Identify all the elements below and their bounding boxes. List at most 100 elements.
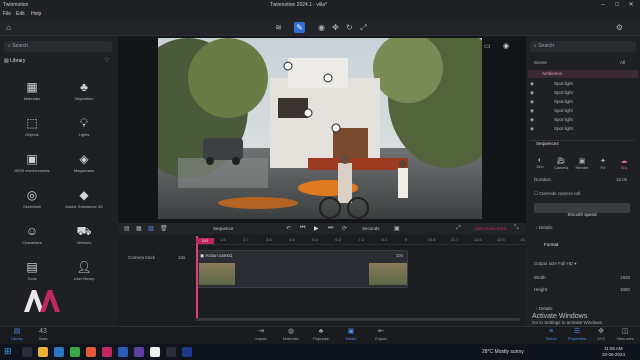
scene-item-row[interactable]: ◉ Spot light — [528, 98, 638, 106]
time-unit-select[interactable]: Seconds — [362, 226, 380, 231]
scene-item-row[interactable]: ◉ Spot light — [528, 125, 638, 133]
tile-hdri[interactable]: ▣ HDRI environments — [10, 150, 54, 180]
loop-icon[interactable]: ⟳ — [342, 225, 347, 232]
details-toggle[interactable]: › Details — [536, 225, 553, 230]
windows-start-icon[interactable]: ⊞ — [4, 346, 12, 357]
tile-lights[interactable]: 💡︎ Lights — [62, 114, 106, 144]
tab-camera[interactable]: 🎥︎ Camera — [551, 157, 571, 170]
taskbar-app-icon[interactable] — [54, 347, 64, 357]
tile-objects[interactable]: ⬚ Objects — [10, 114, 54, 144]
next-key-icon[interactable]: ⏭ — [328, 225, 333, 232]
tab-dim[interactable]: ◐ Dim — [530, 157, 550, 169]
close-icon[interactable]: ✕ — [624, 1, 638, 9]
scale-icon[interactable]: ⤢ — [358, 22, 369, 33]
taskbar-app-icon[interactable] — [70, 347, 80, 357]
smooth-speed-button[interactable]: Smooth speed — [534, 203, 630, 217]
eye-icon[interactable]: ◉ — [503, 42, 509, 50]
scene-search-input[interactable]: ⌕ Search — [530, 41, 636, 52]
play-icon[interactable]: ▶ — [314, 225, 319, 232]
settings-icon[interactable]: ⚙ — [614, 22, 625, 33]
prev-key-icon[interactable]: ⏮ — [300, 225, 305, 232]
camera-clip[interactable]: ▣ Action cam01 10s — [196, 250, 408, 288]
menu-edit[interactable]: Edit — [16, 11, 25, 17]
clock-time[interactable]: 11:05 AM — [604, 346, 623, 351]
timeline-icon[interactable]: ▦ — [136, 225, 142, 232]
taskbar-app-icon[interactable] — [102, 347, 112, 357]
brush-tool-icon[interactable]: ✎ — [294, 22, 305, 33]
layers-icon[interactable]: ≋ — [273, 22, 284, 33]
height-value[interactable]: 1080 — [620, 287, 630, 292]
scene-item-row[interactable]: ◉ Spot light — [528, 107, 638, 115]
library-search-input[interactable]: ⌕ Search — [4, 41, 112, 52]
playhead-timecode[interactable]: 0:0 — [196, 238, 214, 244]
tile-substance[interactable]: ◆ Adobe Substance 3D — [62, 186, 106, 216]
minimize-icon[interactable]: – — [596, 1, 610, 9]
tile-characters[interactable]: ☺ Characters — [10, 222, 54, 252]
tab-materials[interactable]: ◍ Materials — [276, 328, 306, 342]
favorite-icon[interactable]: ♡ — [104, 57, 109, 64]
move-icon[interactable]: ✥ — [330, 22, 341, 33]
duration-value[interactable]: 10.0s — [616, 177, 627, 182]
taskbar-app-icon[interactable] — [118, 347, 128, 357]
trash-icon[interactable]: 🗑︎ — [160, 225, 168, 232]
visibility-icon[interactable]: ◉ — [530, 126, 534, 132]
tab-export[interactable]: ⇤ Export — [366, 328, 396, 342]
render-icon[interactable]: ▣ — [394, 225, 400, 232]
details-toggle-2[interactable]: › Details — [536, 306, 553, 311]
taskbar-app-icon[interactable] — [86, 347, 96, 357]
tile-materials[interactable]: ▦ Materials — [10, 78, 54, 108]
taskbar-app-icon[interactable] — [166, 347, 176, 357]
width-value[interactable]: 1920 — [620, 275, 630, 280]
tab-sky[interactable]: ☁ Sky — [614, 157, 634, 170]
home-icon[interactable]: ⌂ — [3, 22, 14, 33]
tile-user-library[interactable]: 👤︎ User library — [62, 258, 106, 288]
taskbar-app-icon[interactable] — [38, 347, 48, 357]
visibility-icon[interactable]: ◉ — [530, 81, 534, 87]
render-view[interactable] — [158, 38, 482, 219]
fit-icon[interactable]: ⤢ — [456, 225, 461, 232]
taskbar-app-icon[interactable] — [150, 347, 160, 357]
select-icon[interactable]: ◉ — [316, 22, 327, 33]
scene-item-row[interactable]: ◉ Spot light — [528, 116, 638, 124]
output-size-select[interactable]: Full HD ▾ — [558, 261, 577, 267]
scene-item-row[interactable]: ◉ Spot light — [528, 89, 638, 97]
tab-view-sets[interactable]: ◫ View sets — [610, 328, 640, 342]
tile-megascans[interactable]: ◈ Megascans — [62, 150, 106, 180]
tab-media[interactable]: ▣ Media — [336, 328, 366, 342]
menu-help[interactable]: Help — [31, 11, 41, 17]
film-icon[interactable]: ▤ — [124, 225, 130, 232]
taskbar-app-icon[interactable] — [182, 347, 192, 357]
tile-sketchfab[interactable]: ◎ Sketchfab — [10, 186, 54, 216]
playhead[interactable] — [196, 236, 198, 320]
tab-populate[interactable]: ♣ Populate — [306, 328, 336, 342]
menu-file[interactable]: File — [3, 11, 11, 17]
tile-vehicles[interactable]: ⛟ Vehicles — [62, 222, 106, 252]
scene-root-row[interactable]: Ambience — [528, 70, 638, 78]
clock-date[interactable]: 20-06-2024 — [602, 352, 625, 357]
rotate-icon[interactable]: ↻ — [344, 22, 355, 33]
camera-view-icon[interactable]: ▭ — [484, 42, 491, 50]
taskbar-app-icon[interactable] — [134, 347, 144, 357]
scene-label[interactable]: Scene — [534, 60, 547, 65]
sequence-label[interactable]: Sequence — [213, 226, 233, 231]
override-camera-roll-checkbox[interactable]: ☐ Override camera roll — [534, 191, 580, 197]
filter-all[interactable]: All — [620, 60, 625, 65]
taskbar-app-icon[interactable] — [22, 347, 32, 357]
visibility-icon[interactable]: ◉ — [530, 90, 534, 96]
tile-vegetation[interactable]: ♣ Vegetation — [62, 78, 106, 108]
visibility-icon[interactable]: ◉ — [530, 99, 534, 105]
fullscreen-icon[interactable]: ⤡ — [514, 225, 519, 232]
tab-stats[interactable]: 43 Stats — [28, 328, 58, 342]
maximize-icon[interactable]: □ — [610, 1, 624, 9]
visibility-icon[interactable]: ◉ — [530, 108, 534, 114]
timeline-scrollbar[interactable] — [196, 318, 520, 321]
scene-item-row[interactable]: ◉ Spot light — [528, 80, 638, 88]
time-ruler[interactable]: 1.6 2.7 3.6 4.5 5.4 6.3 7.2 8.1 9 10.8 11.7 12.6 13.… — [192, 236, 528, 245]
tab-fx[interactable]: ✦ FX — [593, 157, 613, 170]
add-media-track-button[interactable]: Add media track — [474, 226, 507, 231]
tab-render[interactable]: ▣ Render — [572, 157, 592, 170]
tile-tools[interactable]: ▤ Tools — [10, 258, 54, 288]
undo-icon[interactable]: ↶ — [286, 225, 291, 232]
visibility-icon[interactable]: ◉ — [530, 117, 534, 123]
sequence-icon[interactable]: ▨ — [148, 225, 154, 232]
